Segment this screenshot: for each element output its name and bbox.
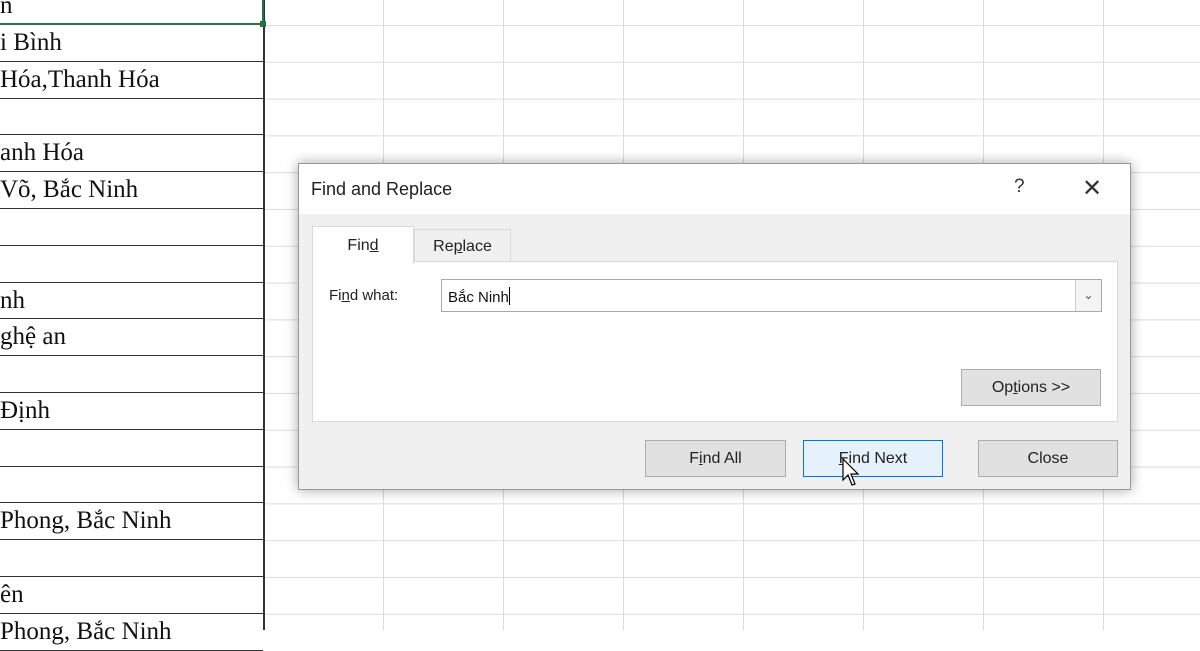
tab-label: Fin (347, 237, 370, 254)
title-bar: Find and Replace ? ✕ (299, 164, 1130, 214)
address-cell[interactable]: ghệ an (0, 319, 263, 357)
close-icon[interactable]: ✕ (1082, 174, 1102, 203)
address-cell[interactable] (0, 356, 263, 393)
text-caret (508, 287, 510, 305)
find-replace-dialog: Find and Replace ? ✕ Find Replace Find w… (298, 163, 1131, 490)
address-cell[interactable]: nh (0, 283, 263, 320)
find-next-button[interactable]: Find Next (803, 440, 943, 477)
find-what-label: Find what: (329, 287, 399, 304)
tab-find[interactable]: Find (312, 226, 414, 264)
address-cell[interactable]: Định (0, 393, 263, 430)
address-cell[interactable] (0, 246, 263, 283)
tab-accesskey: p (453, 238, 463, 255)
address-cell[interactable] (0, 209, 263, 246)
find-all-button[interactable]: Find All (645, 440, 786, 477)
fill-handle[interactable] (260, 21, 266, 27)
find-what-value: Bắc Ninh (448, 289, 509, 306)
tab-label: lace (462, 238, 492, 255)
address-cell[interactable] (0, 467, 263, 504)
mouse-pointer-icon (842, 458, 860, 486)
dialog-title: Find and Replace (311, 179, 453, 199)
address-cell[interactable] (0, 430, 263, 467)
find-what-input[interactable]: Bắc Ninh ⌄ (441, 279, 1102, 312)
address-cell[interactable] (0, 540, 263, 577)
options-button[interactable]: Options >> (961, 369, 1101, 406)
address-cell[interactable]: Phong, Bắc Ninh (0, 614, 263, 651)
address-cell[interactable] (0, 99, 263, 136)
selected-cell[interactable] (0, 0, 264, 25)
address-column: ni Bình Hóa,Thanh Hóa anh Hóa Võ, Bắc Ninh n… (0, 0, 265, 651)
address-cell[interactable]: ên (0, 577, 263, 614)
find-panel: Find what: Bắc Ninh ⌄ Options >> (312, 261, 1118, 422)
tab-accesskey: d (369, 237, 379, 254)
address-cell[interactable]: anh Hóa (0, 135, 263, 173)
tab-label: Re (433, 238, 454, 255)
tab-replace[interactable]: Replace (414, 229, 511, 262)
address-cell[interactable]: Hóa,Thanh Hóa (0, 62, 263, 99)
close-button[interactable]: Close (978, 440, 1118, 477)
address-cell[interactable]: i Bình (0, 25, 263, 62)
address-cell[interactable]: Võ, Bắc Ninh (0, 172, 263, 209)
chevron-down-icon[interactable]: ⌄ (1075, 280, 1101, 311)
address-cell[interactable]: Phong, Bắc Ninh (0, 503, 263, 541)
help-button[interactable]: ? (1014, 176, 1025, 198)
